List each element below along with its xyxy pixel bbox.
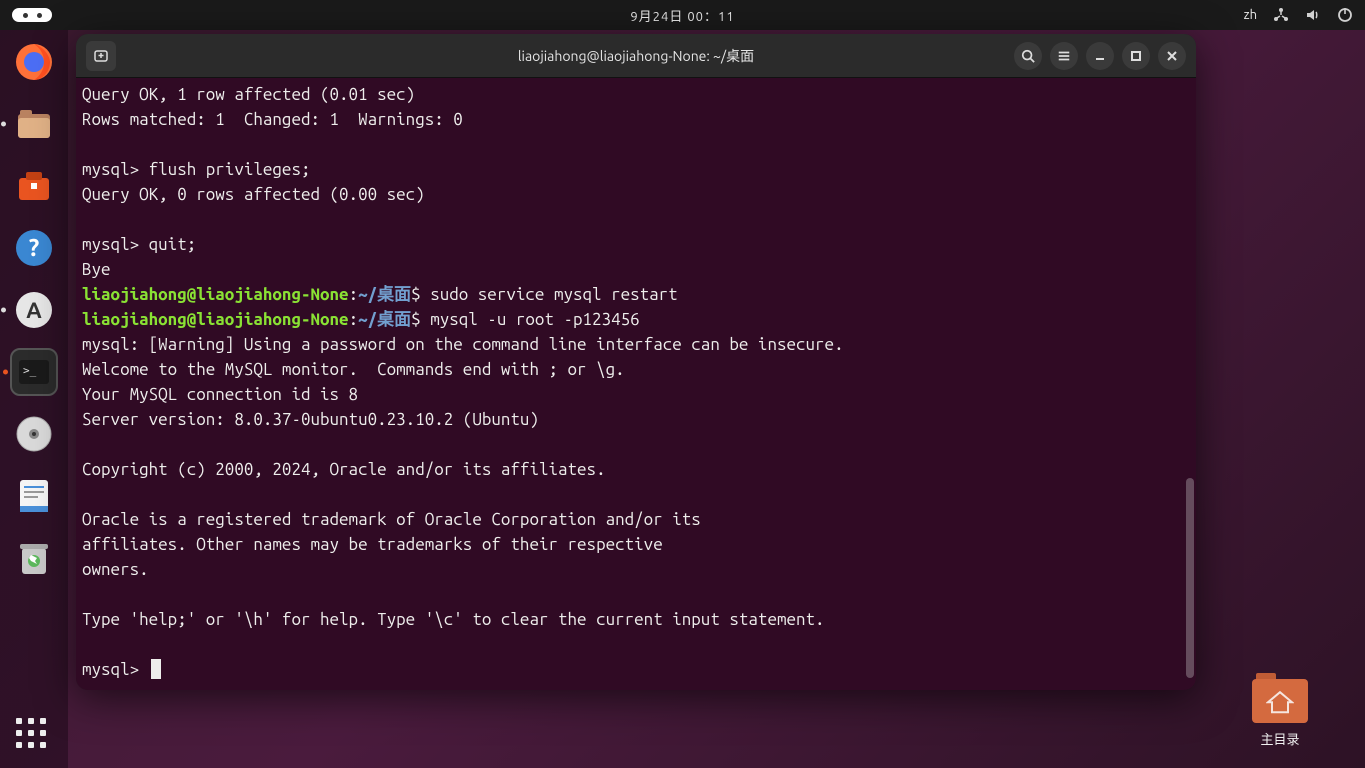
terminal-line: mysql> flush privileges; bbox=[82, 160, 310, 179]
desktop-home-folder[interactable]: 主目录 bbox=[1240, 679, 1320, 748]
input-method-indicator[interactable]: zh bbox=[1244, 8, 1257, 22]
terminal-line: affiliates. Other names may be trademark… bbox=[82, 535, 663, 554]
terminal-line: Copyright (c) 2000, 2024, Oracle and/or … bbox=[82, 460, 606, 479]
dock-app-files[interactable] bbox=[10, 100, 58, 148]
dock-app-trash[interactable] bbox=[10, 534, 58, 582]
scrollbar-thumb[interactable] bbox=[1186, 478, 1194, 678]
mysql-prompt: mysql> bbox=[82, 660, 149, 679]
terminal-line: mysql> quit; bbox=[82, 235, 196, 254]
command-text: sudo service mysql restart bbox=[430, 285, 678, 304]
dock-app-software-updater[interactable]: A bbox=[10, 286, 58, 334]
show-applications-button[interactable] bbox=[16, 718, 52, 754]
svg-text:>_: >_ bbox=[23, 364, 37, 377]
dock-app-terminal[interactable]: >_ bbox=[10, 348, 58, 396]
terminal-line: Type 'help;' or '\h' for help. Type '\c'… bbox=[82, 610, 825, 629]
prompt-user-host: liaojiahong@liaojiahong-None bbox=[82, 310, 349, 329]
terminal-line: Server version: 8.0.37-0ubuntu0.23.10.2 … bbox=[82, 410, 539, 429]
titlebar: liaojiahong@liaojiahong-None: ~/桌面 bbox=[76, 34, 1196, 78]
terminal-line: Bye bbox=[82, 260, 111, 279]
dock: ? A >_ bbox=[0, 30, 68, 768]
maximize-button[interactable] bbox=[1122, 42, 1150, 70]
volume-icon[interactable] bbox=[1305, 7, 1321, 23]
network-icon[interactable] bbox=[1273, 7, 1289, 23]
terminal-window: liaojiahong@liaojiahong-None: ~/桌面 Query… bbox=[76, 34, 1196, 690]
close-button[interactable] bbox=[1158, 42, 1186, 70]
power-icon[interactable] bbox=[1337, 7, 1353, 23]
new-tab-button[interactable] bbox=[86, 41, 116, 71]
system-tray: zh bbox=[1244, 7, 1353, 23]
dock-app-software-store[interactable] bbox=[10, 162, 58, 210]
terminal-line: Rows matched: 1 Changed: 1 Warnings: 0 bbox=[82, 110, 463, 129]
dock-app-firefox[interactable] bbox=[10, 38, 58, 86]
prompt-path: ~/桌面 bbox=[358, 310, 411, 329]
top-panel: 9月24日 00：11 zh bbox=[0, 0, 1365, 30]
prompt-path: ~/桌面 bbox=[358, 285, 411, 304]
terminal-line: Query OK, 0 rows affected (0.00 sec) bbox=[82, 185, 425, 204]
svg-text:?: ? bbox=[29, 234, 40, 261]
clock[interactable]: 9月24日 00：11 bbox=[630, 6, 734, 25]
activities-pill[interactable] bbox=[12, 8, 52, 22]
window-title: liaojiahong@liaojiahong-None: ~/桌面 bbox=[518, 46, 754, 66]
search-button[interactable] bbox=[1014, 42, 1042, 70]
terminal-line: mysql: [Warning] Using a password on the… bbox=[82, 335, 844, 354]
command-text: mysql -u root -p123456 bbox=[430, 310, 639, 329]
dock-app-text-editor[interactable] bbox=[10, 472, 58, 520]
dock-app-disc[interactable] bbox=[10, 410, 58, 458]
terminal-line: Welcome to the MySQL monitor. Commands e… bbox=[82, 360, 625, 379]
terminal-line: owners. bbox=[82, 560, 149, 579]
terminal-line: Your MySQL connection id is 8 bbox=[82, 385, 358, 404]
menu-button[interactable] bbox=[1050, 42, 1078, 70]
dock-app-help[interactable]: ? bbox=[10, 224, 58, 272]
prompt-user-host: liaojiahong@liaojiahong-None bbox=[82, 285, 349, 304]
desktop-home-label: 主目录 bbox=[1240, 729, 1320, 748]
terminal-body[interactable]: Query OK, 1 row affected (0.01 sec) Rows… bbox=[76, 78, 1196, 690]
svg-text:A: A bbox=[26, 298, 42, 323]
terminal-line: Query OK, 1 row affected (0.01 sec) bbox=[82, 85, 415, 104]
cursor bbox=[151, 659, 161, 679]
minimize-button[interactable] bbox=[1086, 42, 1114, 70]
terminal-line: Oracle is a registered trademark of Orac… bbox=[82, 510, 701, 529]
